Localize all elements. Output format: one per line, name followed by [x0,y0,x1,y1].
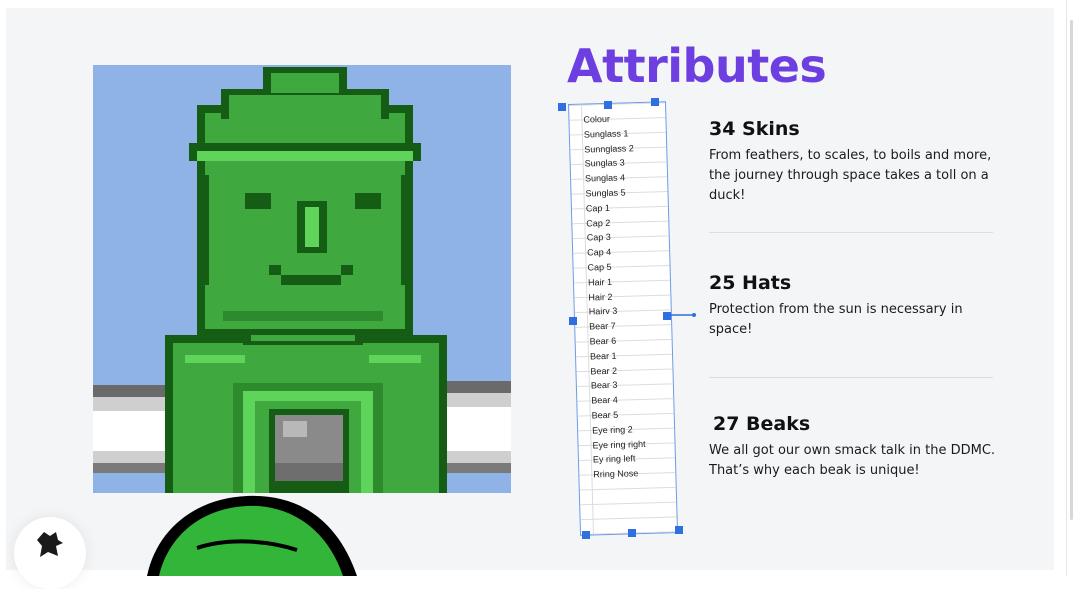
attribute-list-sheet[interactable]: Colour Sunglass 1 Sunnglass 2 Sunglas 3 Sung… [568,101,679,536]
divider [709,377,993,378]
divider [709,232,993,233]
green-blob-overflow [147,495,357,576]
attribute-hats-title: 25 Hats [709,272,792,294]
attribute-skins-text: From feathers, to scales, to boils and m… [709,148,992,203]
attribute-beaks-text: We all got our own smack talk in the DDM… [709,443,996,478]
attribute-skins-title: 34 Skins [709,118,800,140]
brand-badge[interactable] [14,517,86,589]
resize-handle-left[interactable] [569,317,577,325]
resize-handle-top[interactable] [604,101,612,109]
attribute-hats: 25 Hats Protection from the sun is neces… [709,272,999,340]
connector-handle[interactable] [666,313,698,317]
resize-handle-bottom-left[interactable] [582,531,590,539]
section-heading: Attributes [567,39,827,93]
attribute-list-item: Rring Nose [593,468,639,480]
scrollbar-thumb[interactable] [1070,20,1073,520]
duck-logo-icon [37,532,63,557]
attribute-beaks: 27 Beaks We all got our own smack talk i… [709,413,1003,481]
attribute-skins: 34 Skins From feathers, to scales, to bo… [709,118,999,206]
attribute-list-rows: Colour Sunglass 1 Sunnglass 2 Sunglas 3 Sung… [583,110,673,482]
resize-handle-bottom[interactable] [628,529,636,537]
attribute-hats-text: Protection from the sun is necessary in … [709,302,963,337]
resize-handle-top-right[interactable] [651,98,659,106]
vertical-scrollbar[interactable] [1066,0,1077,576]
pixel-duck-artwork [93,65,511,493]
attribute-beaks-title: 27 Beaks [713,413,811,435]
resize-handle-top-left[interactable] [558,103,566,111]
resize-handle-bottom-right[interactable] [675,526,683,534]
